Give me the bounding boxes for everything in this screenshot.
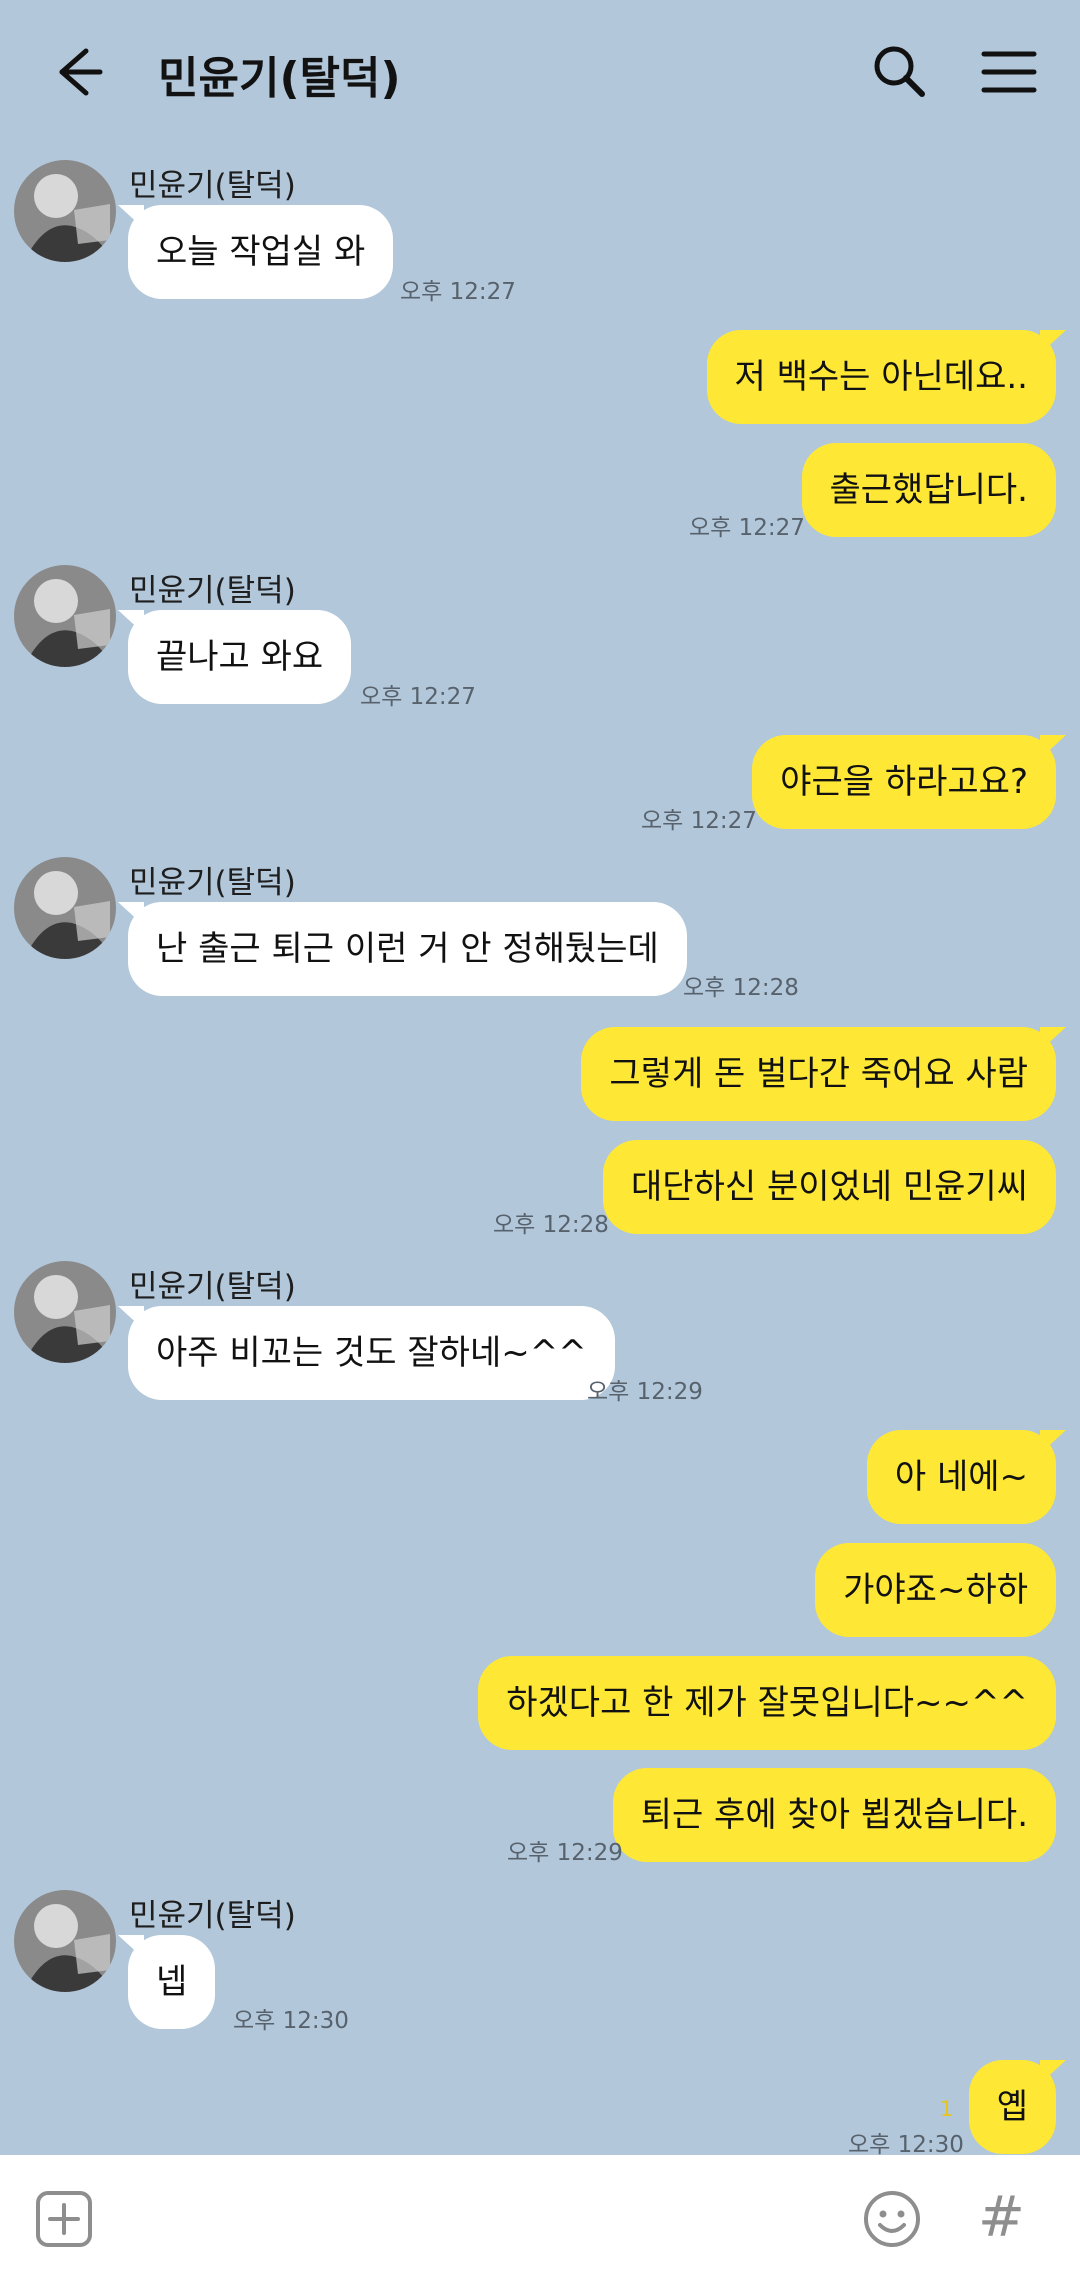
profile-photo-icon (14, 1890, 116, 1992)
message-time: 오후 12:27 (400, 279, 516, 305)
message-time: 오후 12:29 (507, 1840, 623, 1866)
hashtag-icon[interactable]: # (978, 2185, 1025, 2250)
profile-photo-icon (14, 1261, 116, 1363)
avatar[interactable] (14, 1261, 116, 1363)
profile-photo-icon (14, 565, 116, 667)
sent-message[interactable]: 저 백수는 아닌데요.. (706, 330, 1067, 424)
sent-message[interactable]: 퇴근 후에 찾아 뵙겠습니다. (612, 1768, 1056, 1862)
message-time: 오후 12:27 (641, 808, 757, 834)
menu-button[interactable] (976, 38, 1044, 106)
unread-count: 1 (940, 2097, 954, 2121)
received-message[interactable]: 아주 비꼬는 것도 잘하네~^^ (118, 1306, 615, 1400)
message-time: 오후 12:27 (689, 515, 805, 541)
plus-box-icon (36, 2191, 92, 2247)
sender-name: 민윤기(탈덕) (129, 865, 296, 901)
avatar[interactable] (14, 160, 116, 262)
avatar[interactable] (14, 565, 116, 667)
received-message[interactable]: 넵 (117, 1935, 216, 2029)
message-time: 오후 12:28 (493, 1212, 609, 1238)
message-time: 오후 12:30 (848, 2132, 964, 2158)
received-message[interactable]: 오늘 작업실 와 (117, 205, 394, 299)
sent-message[interactable]: 대단하신 분이었네 민윤기씨 (603, 1140, 1056, 1234)
message-time: 오후 12:28 (683, 975, 799, 1001)
hamburger-menu-icon (981, 51, 1037, 93)
message-list[interactable]: 민윤기(탈덕) 오늘 작업실 와 오후 12:27 저 백수는 아닌데요.. 출… (0, 150, 1080, 2158)
sender-name: 민윤기(탈덕) (129, 573, 296, 609)
avatar[interactable] (14, 1890, 116, 1992)
avatar[interactable] (14, 857, 116, 959)
message-time: 오후 12:27 (360, 684, 476, 710)
chat-title: 민윤기(탈덕) (158, 53, 401, 104)
emoji-icon (864, 2191, 920, 2247)
profile-photo-icon (14, 160, 116, 262)
received-message[interactable]: 난 출근 퇴근 이런 거 안 정해뒀는데 (118, 902, 687, 996)
arrow-left-icon (59, 48, 103, 96)
received-message[interactable]: 끝나고 와요 (117, 610, 352, 704)
sent-message[interactable]: 옙 (968, 2060, 1067, 2154)
message-input-bar: # (0, 2155, 1080, 2282)
attach-button[interactable] (34, 2189, 94, 2249)
sent-message[interactable]: 야근을 하라고요? (752, 735, 1066, 829)
sender-name: 민윤기(탈덕) (129, 168, 296, 204)
emoji-button[interactable] (862, 2189, 922, 2249)
sender-name: 민윤기(탈덕) (129, 1898, 296, 1934)
back-button[interactable] (40, 35, 114, 109)
sent-message[interactable]: 하겠다고 한 제가 잘못입니다~~^^ (478, 1656, 1056, 1750)
search-icon (874, 46, 925, 97)
chat-header: 민윤기(탈덕) (0, 0, 1080, 150)
sent-message[interactable]: 그렇게 돈 벌다간 죽어요 사람 (581, 1027, 1066, 1121)
sent-message[interactable]: 가야죠~하하 (815, 1543, 1056, 1637)
sent-message[interactable]: 아 네에~ (866, 1430, 1067, 1524)
profile-photo-icon (14, 857, 116, 959)
sent-message[interactable]: 출근했답니다. (801, 443, 1056, 537)
message-time: 오후 12:29 (587, 1379, 703, 1405)
sender-name: 민윤기(탈덕) (129, 1269, 296, 1305)
search-button[interactable] (866, 38, 934, 106)
message-time: 오후 12:30 (233, 2008, 349, 2034)
